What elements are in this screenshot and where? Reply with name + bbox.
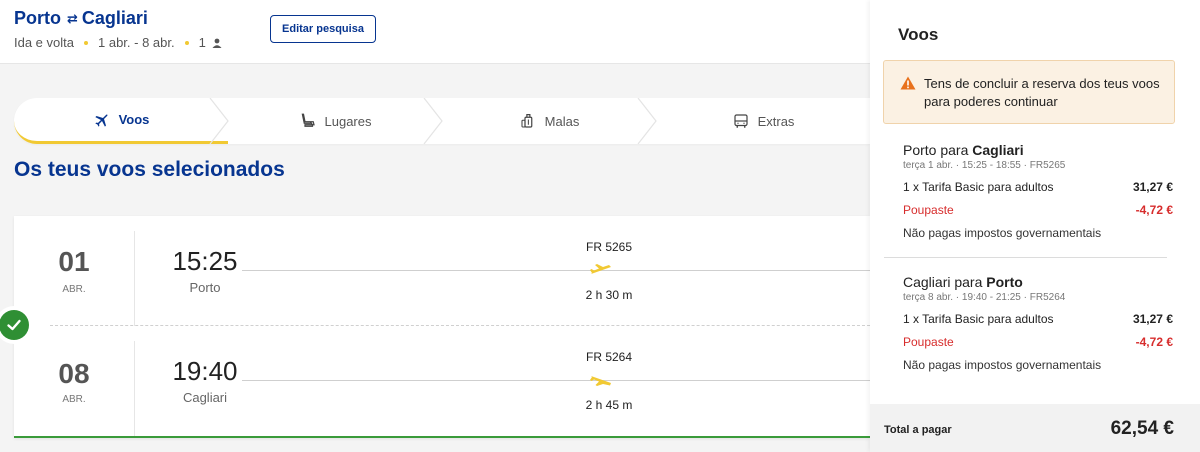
saving-row: Poupaste -4,72 € [903, 203, 1173, 217]
step-chevron [637, 98, 657, 144]
flight-number: FR 5264 [585, 350, 633, 364]
tax-note: Não pagas impostos governamentais [903, 358, 1173, 372]
total-label: Total a pagar [884, 424, 952, 436]
fare-row: 1 x Tarifa Basic para adultos 31,27 € [903, 312, 1173, 326]
bag-icon [521, 114, 533, 128]
warning-icon [900, 76, 916, 90]
flight-duration: 2 h 30 m [585, 288, 633, 302]
step-seats[interactable]: Lugares [228, 98, 443, 144]
step-label: Voos [118, 112, 150, 127]
plane-takeoff-icon [590, 264, 611, 274]
warning-text: Tens de concluir a reserva dos teus voos… [924, 76, 1160, 109]
flight-day: 08 [58, 358, 90, 389]
total-value: 62,54 € [1110, 418, 1174, 439]
flight-duration: 2 h 45 m [585, 398, 633, 412]
tax-note-text: Não pagas impostos governamentais [903, 358, 1102, 372]
flight-path-line [242, 270, 870, 271]
summary-segment-outbound: Porto para Cagliari terça 1 abr. · 15:25… [903, 142, 1173, 240]
passenger-count: 1 [198, 35, 206, 50]
segment-from: Porto para [903, 142, 973, 158]
segment-details: terça 1 abr. · 15:25 - 18:55 · FR5265 [903, 160, 1066, 171]
leg-divider [134, 231, 135, 326]
saving-label: Poupaste [903, 335, 954, 349]
person-icon [212, 38, 222, 48]
flight-leg-return[interactable]: 08 ABR. 19:40 Cagliari FR 5264 2 h 45 m [14, 326, 870, 436]
flight-number: FR 5265 [585, 240, 633, 254]
separator-dot [184, 40, 189, 45]
bus-icon [733, 114, 748, 128]
segment-to: Cagliari [972, 142, 1024, 158]
total-bar: Total a pagar 62,54 € [870, 404, 1200, 452]
warning-banner: Tens de concluir a reserva dos teus voos… [883, 60, 1175, 124]
selected-flights-card[interactable]: 01 ABR. 15:25 Porto FR 5265 2 h 30 m 08 … [14, 216, 870, 438]
edit-search-button[interactable]: Editar pesquisa [270, 15, 376, 43]
check-icon [7, 319, 21, 331]
step-flights[interactable]: Voos [14, 98, 229, 144]
flight-day: 01 [58, 246, 90, 277]
step-label: Malas [544, 113, 580, 129]
fare-label: 1 x Tarifa Basic para adultos [903, 312, 1054, 326]
step-label: Extras [757, 113, 795, 129]
round-trip-arrows-icon: ⇄ [67, 10, 78, 26]
segment-from: Cagliari para [903, 274, 987, 290]
fare-row: 1 x Tarifa Basic para adultos 31,27 € [903, 180, 1173, 194]
segment-route: Cagliari para Porto [903, 274, 1173, 290]
saving-value: -4,72 € [1135, 335, 1173, 349]
plane-landing-icon [590, 376, 611, 386]
sidebar-title: Voos [898, 25, 939, 44]
tax-note: Não pagas impostos governamentais [903, 226, 1173, 240]
step-chevron [423, 98, 443, 144]
departure-time: 19:40 [172, 356, 238, 386]
route-title: Porto ⇄ Cagliari [14, 8, 148, 29]
fare-label: 1 x Tarifa Basic para adultos [903, 180, 1054, 194]
trip-dates: 1 abr. - 8 abr. [98, 35, 175, 50]
flight-month: ABR. [62, 284, 86, 295]
step-extras[interactable]: Extras [656, 98, 870, 144]
flight-path-line [242, 380, 870, 381]
page-title: Os teus voos selecionados [14, 158, 285, 181]
saving-row: Poupaste -4,72 € [903, 335, 1173, 349]
departure-city: Cagliari [182, 390, 228, 405]
flight-leg-outbound[interactable]: 01 ABR. 15:25 Porto FR 5265 2 h 30 m [14, 216, 870, 326]
leg-divider [134, 341, 135, 436]
booking-steps: Voos Lugares Malas Extras [14, 98, 870, 144]
segment-to: Porto [986, 274, 1023, 290]
trip-summary-bar: Porto ⇄ Cagliari Ida e volta 1 abr. - 8 … [0, 0, 870, 64]
trip-type: Ida e volta [14, 35, 74, 50]
segment-divider [884, 257, 1167, 258]
destination-city: Cagliari [81, 8, 148, 28]
departure-time: 15:25 [172, 246, 238, 276]
segment-details: terça 8 abr. · 19:40 - 21:25 · FR5264 [903, 292, 1066, 303]
trip-meta: Ida e volta 1 abr. - 8 abr. 1 [14, 35, 222, 50]
saving-label: Poupaste [903, 203, 954, 217]
departure-city: Porto [189, 280, 221, 295]
segment-route: Porto para Cagliari [903, 142, 1173, 158]
flight-month: ABR. [62, 394, 86, 405]
plane-icon [94, 114, 108, 127]
summary-segment-return: Cagliari para Porto terça 8 abr. · 19:40… [903, 274, 1173, 372]
tax-note-text: Não pagas impostos governamentais [903, 226, 1102, 240]
separator-dot [84, 40, 88, 45]
seat-icon [301, 113, 315, 127]
fare-value: 31,27 € [1132, 312, 1173, 326]
fare-value: 31,27 € [1132, 180, 1173, 194]
step-label: Lugares [324, 113, 372, 129]
step-bags[interactable]: Malas [442, 98, 657, 144]
saving-value: -4,72 € [1135, 203, 1173, 217]
booking-summary-sidebar: Voos Tens de concluir a reserva dos teus… [870, 0, 1200, 452]
origin-city: Porto [14, 8, 61, 28]
step-chevron [209, 98, 229, 144]
